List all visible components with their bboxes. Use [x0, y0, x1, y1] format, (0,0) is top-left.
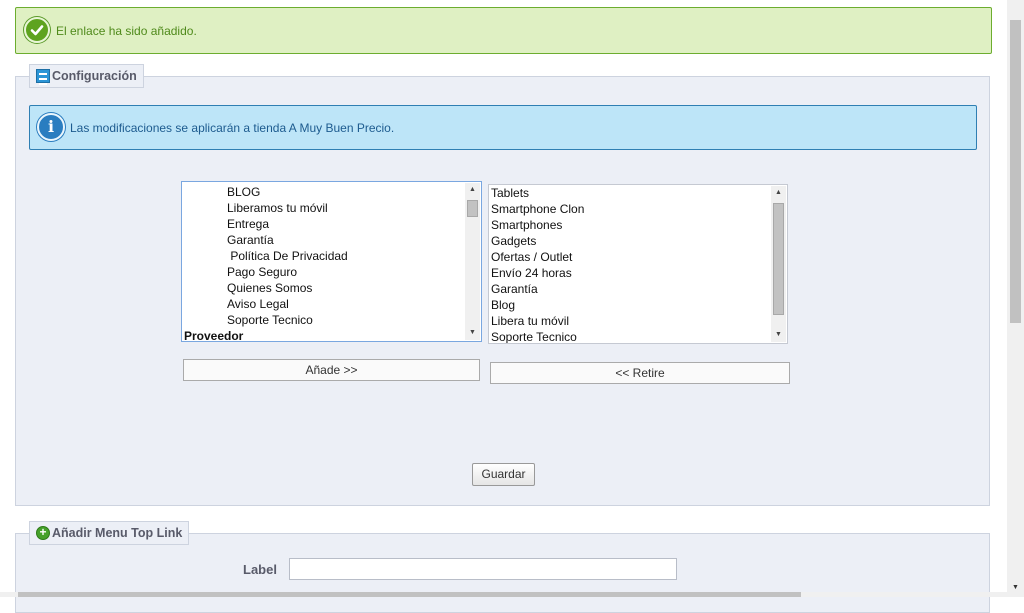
- label-field-label: Label: [243, 562, 277, 577]
- add-link-title: Añadir Menu Top Link: [52, 526, 183, 540]
- checkmark-icon: [24, 17, 50, 43]
- available-items-list[interactable]: BLOG Liberamos tu móvil Entrega Garantía Po…: [181, 181, 482, 342]
- available-list-item[interactable]: Quienes Somos: [184, 280, 481, 296]
- scroll-thumb[interactable]: [773, 203, 784, 315]
- selected-list-item[interactable]: Envío 24 horas: [491, 265, 787, 281]
- available-list-item[interactable]: Soporte Tecnico: [184, 312, 481, 328]
- info-message: Las modificaciones se aplicarán a tienda…: [70, 121, 395, 135]
- configuration-legend: Configuración: [29, 64, 144, 88]
- selected-list-item[interactable]: Tablets: [491, 185, 787, 201]
- available-list-item[interactable]: Liberamos tu móvil: [184, 200, 481, 216]
- page-vertical-scrollbar[interactable]: ▼: [1007, 0, 1024, 597]
- remove-button[interactable]: << Retire: [490, 362, 790, 384]
- available-list-item[interactable]: Política De Privacidad: [184, 248, 481, 264]
- available-list-item[interactable]: Pago Seguro: [184, 264, 481, 280]
- available-list-item[interactable]: Garantía: [184, 232, 481, 248]
- page-horizontal-scrollbar[interactable]: [0, 592, 1007, 597]
- selected-list-item[interactable]: Gadgets: [491, 233, 787, 249]
- info-icon: i: [37, 113, 65, 141]
- label-input[interactable]: [289, 558, 677, 580]
- selected-items-list[interactable]: Tablets Smartphone Clon Smartphones Gadgets…: [488, 184, 788, 344]
- scroll-up-icon[interactable]: ▲: [465, 183, 480, 197]
- add-link-legend: + Añadir Menu Top Link: [29, 521, 190, 545]
- menu-icon: [36, 69, 50, 85]
- selected-list-item[interactable]: Garantía: [491, 281, 787, 297]
- selected-list-item[interactable]: Soporte Tecnico: [491, 329, 787, 343]
- save-button[interactable]: Guardar: [472, 463, 535, 486]
- success-message: El enlace ha sido añadido.: [56, 24, 197, 38]
- success-banner: El enlace ha sido añadido.: [15, 7, 992, 54]
- selected-list-item[interactable]: Ofertas / Outlet: [491, 249, 787, 265]
- selected-list-item[interactable]: Smartphones: [491, 217, 787, 233]
- scroll-down-icon[interactable]: ▼: [771, 328, 786, 342]
- available-list-item[interactable]: Proveedor: [184, 328, 481, 341]
- page-hscroll-thumb[interactable]: [18, 592, 801, 597]
- available-list-item[interactable]: Entrega: [184, 216, 481, 232]
- scroll-down-icon[interactable]: ▼: [1007, 584, 1024, 591]
- selected-list-item[interactable]: Blog: [491, 297, 787, 313]
- selected-list-item[interactable]: Libera tu móvil: [491, 313, 787, 329]
- scroll-up-icon[interactable]: ▲: [771, 186, 786, 200]
- configuration-title: Configuración: [52, 69, 137, 83]
- plus-icon: +: [36, 526, 50, 540]
- page-scroll-thumb[interactable]: [1010, 20, 1021, 323]
- available-list-item[interactable]: Aviso Legal: [184, 296, 481, 312]
- available-list-item[interactable]: BLOG: [184, 184, 481, 200]
- configuration-panel: Configuración i Las modificaciones se ap…: [15, 64, 990, 506]
- selected-list-item[interactable]: Smartphone Clon: [491, 201, 787, 217]
- scroll-down-icon[interactable]: ▼: [465, 326, 480, 340]
- available-list-scrollbar[interactable]: ▲ ▼: [465, 183, 480, 340]
- scroll-thumb[interactable]: [467, 200, 478, 217]
- add-button[interactable]: Añade >>: [183, 359, 480, 381]
- add-menu-top-link-panel: + Añadir Menu Top Link Label: [15, 521, 990, 613]
- info-banner: i Las modificaciones se aplicarán a tien…: [29, 105, 977, 150]
- selected-list-scrollbar[interactable]: ▲ ▼: [771, 186, 786, 342]
